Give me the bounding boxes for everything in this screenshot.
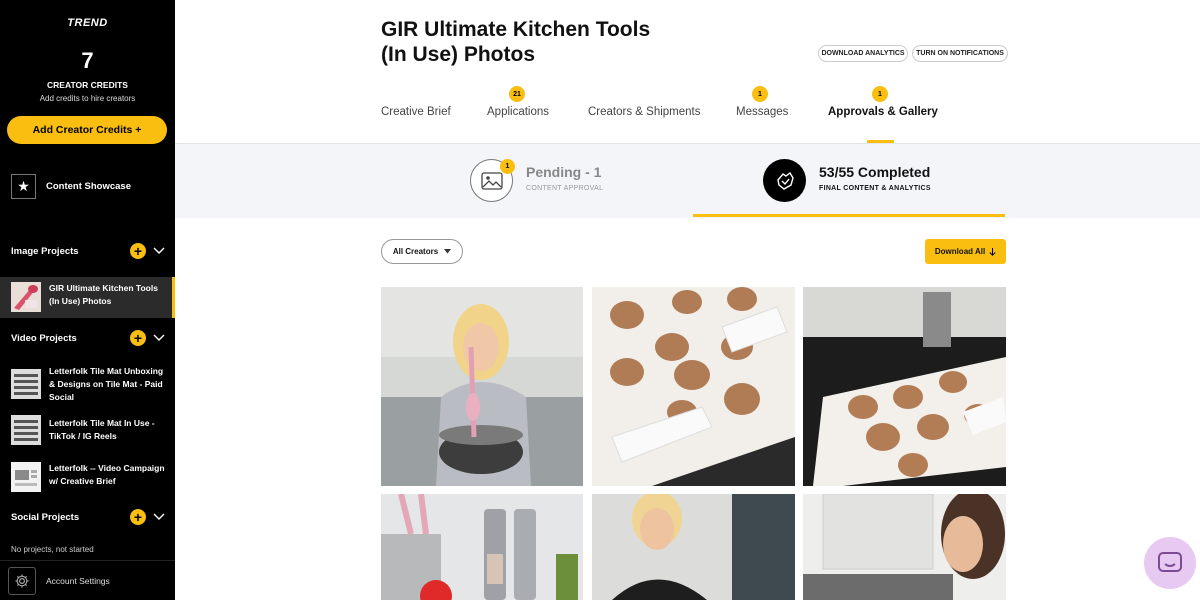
chevron-down-icon[interactable] [152, 510, 166, 524]
gallery-photo[interactable] [803, 287, 1006, 486]
caret-down-icon [444, 249, 452, 254]
tab-approvals-gallery[interactable]: Approvals & Gallery [828, 106, 938, 118]
add-image-project-button[interactable]: + [130, 243, 146, 259]
chevron-down-icon[interactable] [152, 331, 166, 345]
add-social-project-button[interactable]: + [130, 509, 146, 525]
page-title: GIR Ultimate Kitchen Tools (In Use) Phot… [381, 18, 651, 66]
gallery-photo-image [592, 494, 795, 600]
gallery-photo-image [381, 287, 583, 486]
gallery-photo[interactable] [381, 287, 583, 486]
trend-logo[interactable]: TREND [0, 17, 175, 29]
account-settings-link[interactable]: Account Settings [0, 560, 175, 600]
image-projects-title: Image Projects [11, 245, 79, 257]
star-icon: ★ [11, 174, 36, 199]
all-creators-dropdown[interactable]: All Creators [381, 239, 463, 264]
project-thumbnail [11, 415, 41, 445]
chevron-down-icon[interactable] [152, 244, 166, 258]
social-projects-header: Social Projects + [11, 509, 166, 525]
all-creators-label: All Creators [392, 247, 439, 256]
video-projects-title: Video Projects [11, 332, 77, 344]
add-creator-credits-button[interactable]: Add Creator Credits + [7, 116, 167, 144]
social-projects-title: Social Projects [11, 511, 80, 523]
project-label: Letterfolk Tile Mat In Use - TikTok / IG… [49, 418, 155, 441]
tab-messages-badge: 1 [752, 86, 768, 102]
account-settings-label: Account Settings [46, 575, 110, 586]
project-thumbnail [11, 282, 41, 312]
completed-status[interactable]: 53/55 Completed FINAL CONTENT & ANALYTIC… [760, 144, 980, 218]
tab-creative-brief[interactable]: Creative Brief [381, 106, 451, 118]
completed-subtitle: FINAL CONTENT & ANALYTICS [819, 185, 931, 192]
status-band: 1 Pending - 1 CONTENT APPROVAL 53/55 Com… [175, 144, 1200, 218]
pending-subtitle: CONTENT APPROVAL [526, 185, 604, 192]
pending-badge: 1 [500, 159, 515, 174]
gallery-photo[interactable] [381, 494, 583, 600]
gear-icon [8, 566, 36, 595]
gallery-photo-image [803, 494, 1006, 600]
download-all-label: Download All [934, 247, 986, 256]
credits-label: CREATOR CREDITS [47, 80, 128, 90]
content-showcase-label: Content Showcase [46, 181, 131, 192]
tab-creators-shipments[interactable]: Creators & Shipments [588, 106, 701, 118]
tab-messages[interactable]: Messages [736, 106, 788, 118]
sidebar: TREND 7 CREATOR CREDITS Add credits to h… [0, 0, 175, 600]
tab-approvals-badge: 1 [872, 86, 888, 102]
project-label: Letterfolk Tile Mat Unboxing & Designs o… [49, 366, 164, 402]
project-label: Letterfolk -- Video Campaign w/ Creative… [49, 463, 165, 486]
sidebar-item-letterfolk-unboxing[interactable]: Letterfolk Tile Mat Unboxing & Designs o… [0, 365, 175, 404]
chat-launcher-button[interactable] [1144, 537, 1196, 589]
video-projects-header: Video Projects + [11, 330, 166, 346]
arrow-down-icon [989, 247, 996, 256]
gallery-photo[interactable] [592, 494, 795, 600]
gallery-photo[interactable] [592, 287, 795, 486]
completed-title: 53/55 Completed [819, 164, 931, 180]
sidebar-item-gir-kitchen-tools[interactable]: GIR Ultimate Kitchen Tools (In Use) Phot… [0, 277, 175, 318]
tab-applications-badge: 21 [509, 86, 525, 102]
credits-sub: Add credits to hire creators [39, 94, 136, 103]
turn-on-notifications-button[interactable]: TURN ON NOTIFICATIONS [912, 45, 1008, 62]
active-status-indicator [693, 214, 1005, 217]
credits-count: 7 [81, 48, 94, 73]
project-label: GIR Ultimate Kitchen Tools (In Use) Phot… [49, 283, 158, 306]
download-all-button[interactable]: Download All [925, 239, 1006, 264]
content-showcase-link[interactable]: ★ Content Showcase [11, 174, 131, 199]
pending-status[interactable]: 1 Pending - 1 CONTENT APPROVAL [465, 144, 665, 218]
gallery-photo[interactable] [803, 494, 1006, 600]
gallery-photo-image [592, 287, 795, 486]
gallery-photo-image [803, 287, 1006, 486]
no-projects-text: No projects, not started [11, 545, 94, 554]
project-thumbnail [11, 462, 41, 492]
project-thumbnail [11, 369, 41, 399]
add-video-project-button[interactable]: + [130, 330, 146, 346]
tab-applications[interactable]: Applications [487, 106, 549, 118]
sidebar-item-letterfolk-in-use[interactable]: Letterfolk Tile Mat In Use - TikTok / IG… [0, 415, 175, 445]
download-analytics-button[interactable]: DOWNLOAD ANALYTICS [818, 45, 908, 62]
chat-icon [1158, 552, 1182, 572]
sidebar-item-letterfolk-video[interactable]: Letterfolk -- Video Campaign w/ Creative… [0, 462, 175, 492]
main-content: GIR Ultimate Kitchen Tools (In Use) Phot… [175, 0, 1200, 600]
pending-title: Pending - 1 [526, 164, 602, 180]
completed-approval-icon [763, 159, 806, 202]
gallery-photo-image [381, 494, 583, 600]
image-projects-header: Image Projects + [11, 243, 166, 259]
